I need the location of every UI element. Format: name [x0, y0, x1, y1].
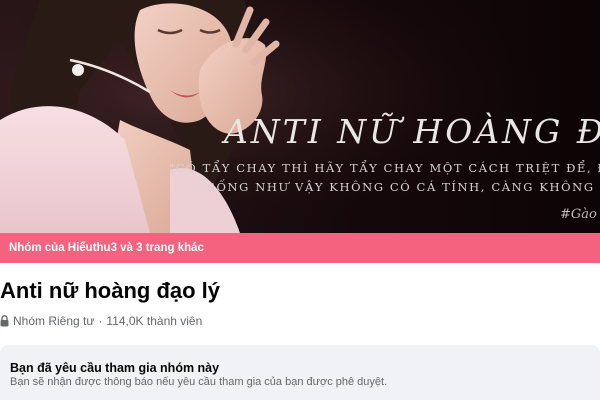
group-admins-banner[interactable]: Nhóm của Hiếuthu3 và 3 trang khác: [0, 233, 600, 263]
cover-quote-line-1: "CÓ TẨY CHAY THÌ HÃY TẨY CHAY MỘT CÁCH T…: [169, 161, 600, 175]
request-description: Bạn sẽ nhận được thông báo nếu yêu cầu t…: [10, 376, 388, 388]
cover-quote-line-2: SỐNG NHƯ VẬY KHÔNG CÓ CÁ TÍNH, CÀNG KHÔN…: [207, 180, 600, 194]
request-title: Bạn đã yêu cầu tham gia nhóm này: [10, 361, 220, 375]
cover-title-text: ANTI NỮ HOÀNG ĐẠO: [224, 112, 600, 151]
group-privacy[interactable]: Nhóm Riêng tư: [13, 314, 94, 328]
cover-hashtag: #Gào: [560, 207, 597, 222]
join-request-notice: Bạn đã yêu cầu tham gia nhóm này Bạn sẽ …: [0, 345, 600, 400]
group-meta: Nhóm Riêng tư · 114,0K thành viên: [0, 313, 202, 329]
group-member-count[interactable]: 114,0K thành viên: [106, 314, 202, 328]
group-name[interactable]: Anti nữ hoàng đạo lý: [0, 278, 220, 304]
group-cover-photo[interactable]: ANTI NỮ HOÀNG ĐẠO "CÓ TẨY CHAY THÌ HÃY T…: [0, 0, 600, 233]
cover-quote-text: "CÓ TẨY CHAY THÌ HÃY TẨY CHAY MỘT CÁCH T…: [169, 159, 600, 197]
banner-text[interactable]: Nhóm của Hiếuthu3 và 3 trang khác: [9, 242, 204, 254]
meta-separator: ·: [98, 314, 103, 328]
lock-icon: [0, 315, 9, 327]
